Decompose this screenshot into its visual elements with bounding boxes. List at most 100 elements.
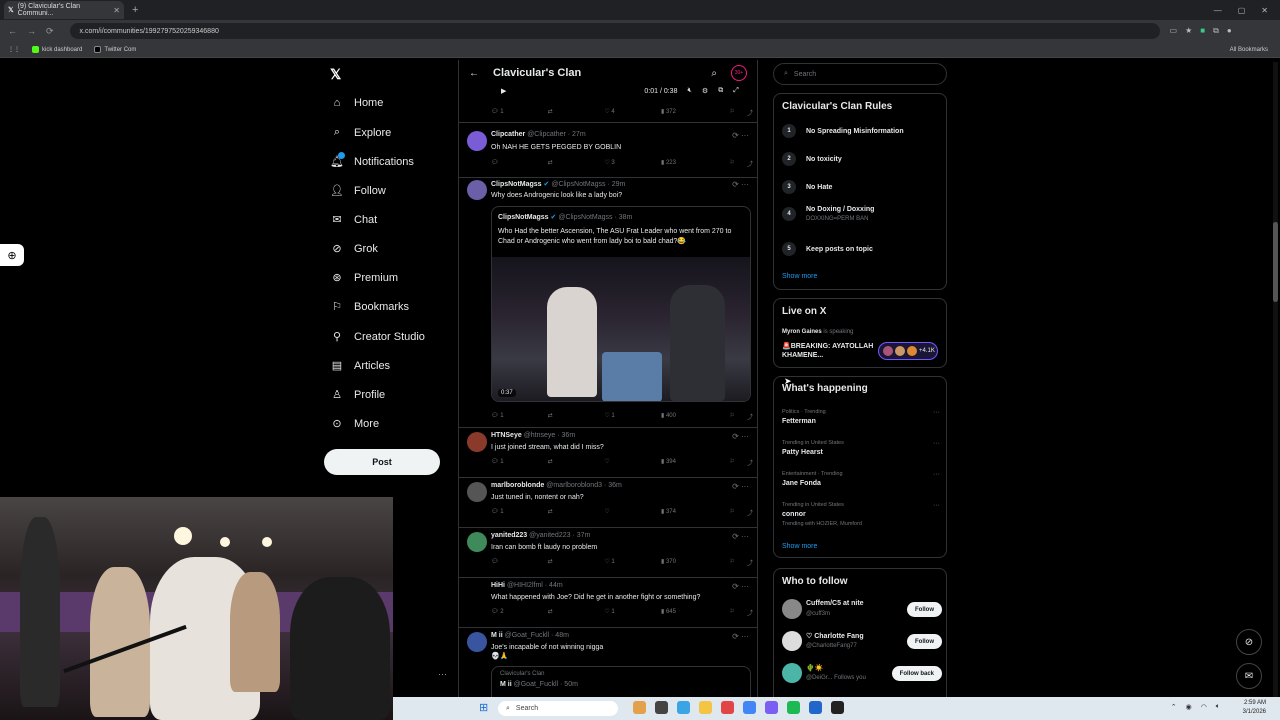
share-icon[interactable]: ⤴ [747,108,753,117]
reply-icon[interactable]: 💬︎ 1 [491,412,548,421]
scrollbar-thumb[interactable] [1273,222,1278,302]
bookmark-icon[interactable]: ⚐ [730,412,735,421]
mute-icon[interactable]: 🔇︎ [687,87,691,95]
app-icon[interactable] [809,701,822,714]
retweet-icon[interactable]: ⇄ [548,412,605,421]
avatar[interactable] [467,482,487,502]
reply-icon[interactable]: 💬︎ 1 [491,508,548,517]
profile-icon[interactable]: ● [1227,26,1232,36]
folder-icon[interactable] [699,701,712,714]
minimize-icon[interactable]: — [1214,6,1222,15]
like-icon[interactable]: ♡ [604,458,661,467]
more-icon[interactable]: ⟳ ··· [732,432,749,441]
avatar[interactable] [467,131,487,151]
spotify-icon[interactable] [787,701,800,714]
app-icon[interactable] [765,701,778,714]
retweet-icon[interactable]: ⇄ [548,608,605,617]
nav-creator-studio[interactable]: ⚲ Creator Studio [330,330,425,344]
page-scrollbar[interactable] [1273,62,1278,697]
share-icon[interactable]: ⤴ [747,159,753,168]
app-icon[interactable] [633,701,646,714]
retweet-icon[interactable]: ⇄ [548,508,605,517]
video-thumbnail[interactable]: 0:37 [492,257,750,401]
search-icon[interactable]: ⌕ [711,68,717,79]
tweet[interactable]: yanited223 @yanited223 · 37m ⟳ ··· Iran … [459,528,757,578]
follow-button[interactable]: Follow [907,602,942,617]
reply-icon[interactable]: 💬︎ [491,558,548,567]
follow-suggestion[interactable]: 🌵☀️ @DeiGr... Follows you Follow back [782,663,942,685]
retweet-icon[interactable]: ⇄ [548,108,605,117]
show-more-link[interactable]: Show more [782,273,817,280]
more-icon[interactable]: ··· [933,471,940,478]
account-more-icon[interactable]: ··· [438,669,447,679]
app-icon[interactable] [831,701,844,714]
tweet[interactable]: M ii @Goat_Fuckll · 48m ⟳ ··· Joe's inca… [459,628,757,700]
url-bar[interactable]: x.com/i/communities/1992797520259346880 [69,23,1160,39]
more-icon[interactable]: ⟳ ··· [732,131,749,140]
reply-icon[interactable]: 💬︎ 1 [491,458,548,467]
chevron-up-icon[interactable]: ⌃ [1171,703,1177,711]
views-icon[interactable]: ▮ 372 [661,108,718,117]
windows-start-icon[interactable]: ⊞ [479,701,488,714]
settings-icon[interactable]: ⚙ [702,87,708,95]
messages-float-icon[interactable]: ✉ [1236,663,1262,689]
browser-tab[interactable]: 𝕏 (9) Clavicular's Clan Communi... ✕ [4,1,124,19]
puzzle-icon[interactable]: ⧉ [1213,26,1219,36]
reload-icon[interactable]: ⟳ [46,26,54,37]
tweet[interactable]: HiHi @HIHI2lfml · 44m ⟳ ··· What happene… [459,578,757,628]
live-listeners[interactable]: +4.1K [878,342,938,360]
all-bookmarks[interactable]: All Bookmarks [1230,47,1280,53]
search-input[interactable]: ⌕ Search [773,63,947,85]
post-button[interactable]: Post [324,449,440,475]
maximize-icon[interactable]: ▢ [1238,6,1246,15]
back-arrow-icon[interactable]: ← [469,68,479,79]
bookmark-icon[interactable]: ⚐ [730,458,735,467]
taskbar-search[interactable]: ⌕ Search [498,701,618,716]
notification-badge[interactable]: 30+ [731,65,747,81]
extension-icon[interactable]: ■ [1200,26,1205,36]
nav-premium[interactable]: ⊛ Premium [330,271,398,285]
taskbar-clock[interactable]: 2:59 AM 3/1/2026 [1243,699,1266,717]
follow-button[interactable]: Follow [907,634,942,649]
nav-home[interactable]: ⌂ Home [330,97,384,109]
nav-bookmarks[interactable]: ⚐ Bookmarks [330,300,409,314]
play-icon[interactable]: ▶ [501,87,506,95]
bookmark-icon[interactable]: ⚐ [730,558,735,567]
like-icon[interactable]: ♡ 1 [604,608,661,617]
avatar[interactable] [782,663,802,683]
nav-notifications[interactable]: 🔔︎ Notifications [330,152,414,168]
more-icon[interactable]: ⟳ ··· [732,632,749,641]
back-icon[interactable]: ← [8,26,17,36]
close-window-icon[interactable]: ✕ [1261,6,1268,15]
views-icon[interactable]: ▮ 374 [661,508,718,517]
app-icon[interactable] [655,701,668,714]
share-icon[interactable]: ⤴ [747,458,753,467]
tweet[interactable]: ClipsNotMagss ✔ @ClipsNotMagss · 29m ⟳ ·… [459,178,757,428]
pip-icon[interactable]: ⧉ [718,87,723,95]
star-icon[interactable]: ★ [1185,26,1192,36]
share-icon[interactable]: ⤴ [747,558,753,567]
like-icon[interactable]: ♡ 1 [604,558,661,567]
nav-articles[interactable]: ▤ Articles [330,359,390,373]
trend-item[interactable]: Trending in United States connor Trending … [782,502,940,527]
like-icon[interactable]: ♡ 1 [604,412,661,421]
quoted-tweet[interactable]: Clavicular's Clan M ii @Goat_Fuckll · 50… [491,666,751,700]
avatar[interactable] [467,632,487,652]
nav-grok[interactable]: ⊘ Grok [330,242,377,256]
retweet-icon[interactable]: ⇄ [548,558,605,567]
nav-more[interactable]: ⊙ More [330,417,379,431]
x-logo-icon[interactable]: 𝕏 [330,66,341,83]
wifi-icon[interactable]: ◠ [1201,703,1207,711]
trend-item[interactable]: Entertainment · Trending Jane Fonda ··· [782,471,940,487]
avatar[interactable] [467,432,487,452]
more-icon[interactable]: ⟳ ··· [732,482,749,491]
more-icon[interactable]: ⟳ ··· [732,180,749,189]
retweet-icon[interactable]: ⇄ [548,458,605,467]
grok-float-icon[interactable]: ⊘ [1236,629,1262,655]
bookmark-twitter[interactable]: Twitter Com [94,46,136,53]
more-icon[interactable]: ⟳ ··· [732,532,749,541]
views-icon[interactable]: ▮ 645 [661,608,718,617]
avatar[interactable] [782,599,802,619]
nav-follow[interactable]: 👤︎ Follow [330,184,386,198]
avatar[interactable] [467,582,487,602]
